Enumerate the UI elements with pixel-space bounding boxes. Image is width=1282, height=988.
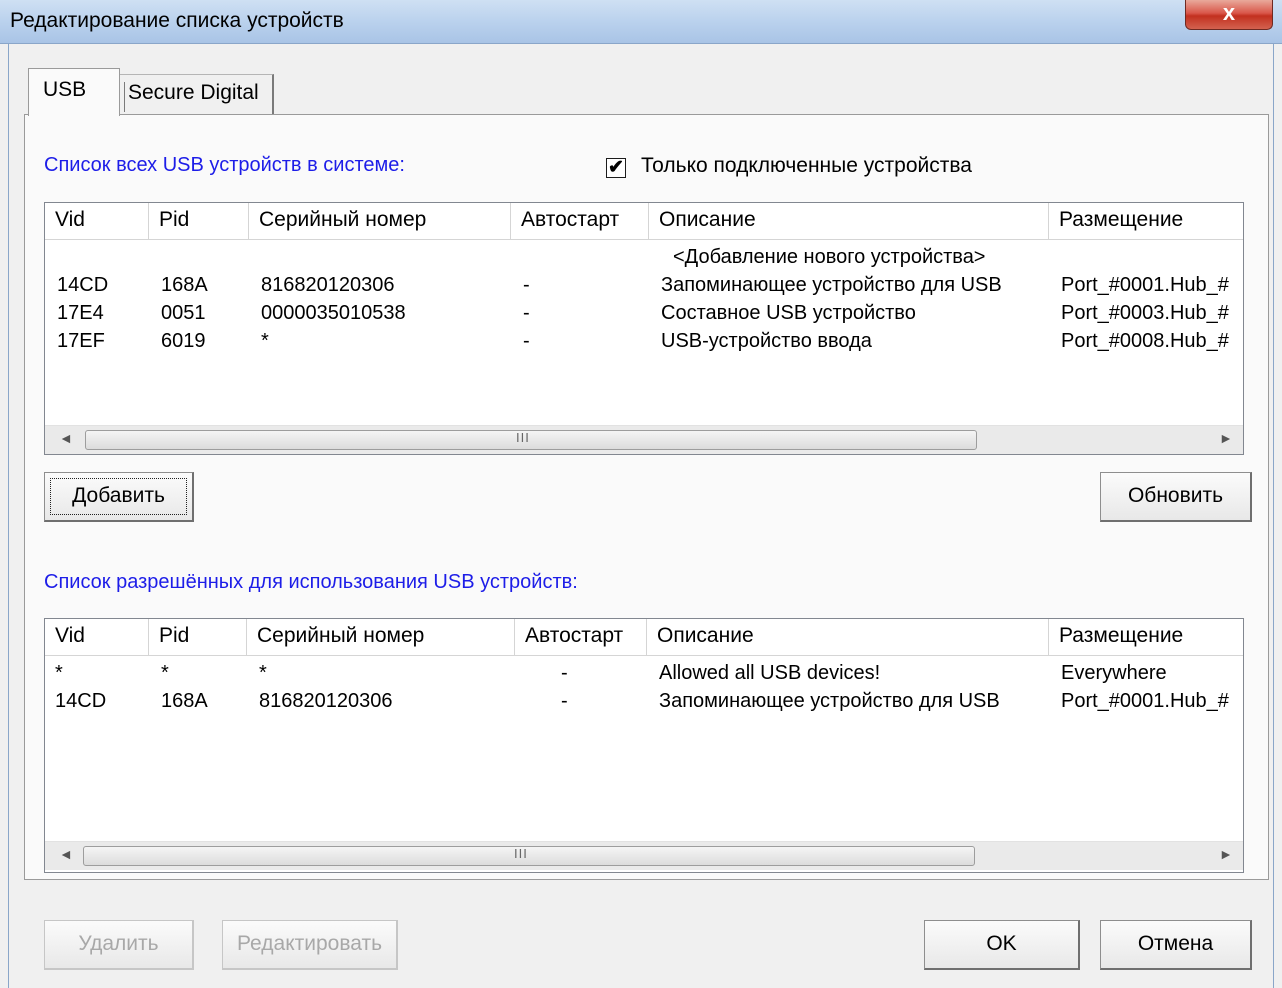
column-header-vid[interactable]: Vid — [45, 619, 149, 655]
table-row[interactable]: 14CD 168A 816820120306 - Запоминающее ус… — [45, 687, 1243, 715]
cell-pid: 168A — [161, 274, 208, 296]
cell-description: Запоминающее устройство для USB — [661, 274, 1002, 296]
cell-serial: 816820120306 — [261, 274, 395, 296]
delete-button-label: Удалить — [78, 932, 159, 955]
tab-usb-label: USB — [43, 78, 87, 101]
cell-description: USB-устройство ввода — [661, 330, 872, 352]
scrollbar-thumb[interactable]: III — [85, 430, 977, 450]
cell-vid: 14CD — [57, 274, 109, 296]
add-button[interactable]: Добавить — [44, 472, 194, 522]
only-connected-label[interactable]: Только подключенные устройства — [641, 154, 972, 178]
table-row[interactable]: 17EF 6019 * - USB-устройство ввода Port_… — [45, 327, 1243, 355]
scrollbar-grip: III — [516, 430, 530, 445]
column-header-description[interactable]: Описание — [649, 203, 1049, 239]
tab-secure-digital-label: Secure Digital — [128, 81, 259, 104]
allowed-devices-list[interactable]: Vid Pid Серийный номер Автостарт Описани… — [44, 618, 1244, 873]
close-button[interactable]: x — [1185, 0, 1273, 30]
scroll-right-icon[interactable]: ► — [1219, 846, 1233, 862]
column-header-autostart[interactable]: Автостарт — [515, 619, 647, 655]
edit-button-label: Редактировать — [236, 932, 383, 955]
allowed-devices-header: Vid Pid Серийный номер Автостарт Описани… — [45, 619, 1243, 656]
close-icon: x — [1222, 0, 1236, 25]
horizontal-scrollbar[interactable]: ◄ III ► — [45, 841, 1243, 870]
cell-vid: * — [55, 662, 63, 684]
cell-serial: * — [259, 662, 267, 684]
checkmark-icon: ✔ — [608, 157, 624, 178]
cancel-button-label: Отмена — [1137, 932, 1214, 955]
cell-vid: 17E4 — [57, 302, 104, 324]
cell-description: Запоминающее устройство для USB — [659, 690, 1000, 712]
cell-autostart: - — [523, 330, 530, 352]
cell-vid: 14CD — [55, 690, 107, 712]
table-row[interactable]: 17E4 0051 0000035010538 - Составное USB … — [45, 299, 1243, 327]
cell-location: Port_#0008.Hub_# — [1061, 330, 1229, 352]
column-header-serial[interactable]: Серийный номер — [247, 619, 515, 655]
tab-secure-digital[interactable]: Secure Digital — [120, 74, 274, 114]
cell-location: Port_#0001.Hub_# — [1061, 274, 1229, 296]
scrollbar-thumb[interactable]: III — [83, 846, 975, 866]
scrollbar-grip: III — [514, 846, 528, 861]
cell-autostart: - — [523, 302, 530, 324]
column-header-location[interactable]: Размещение — [1049, 619, 1243, 655]
cell-vid: 17EF — [57, 330, 105, 352]
scroll-left-icon[interactable]: ◄ — [59, 846, 73, 862]
cell-location: Everywhere — [1061, 662, 1167, 684]
column-header-serial[interactable]: Серийный номер — [249, 203, 511, 239]
focus-rectangle — [50, 478, 187, 515]
cell-description: Составное USB устройство — [661, 302, 916, 324]
ok-button-label: OK — [986, 932, 1017, 955]
window-title: Редактирование списка устройств — [10, 9, 344, 32]
column-header-pid[interactable]: Pid — [149, 619, 247, 655]
allowed-devices-label: Список разрешённых для использования USB… — [44, 571, 578, 593]
cell-pid: * — [161, 662, 169, 684]
cell-description: Allowed all USB devices! — [659, 662, 881, 684]
column-header-description[interactable]: Описание — [647, 619, 1049, 655]
column-header-autostart[interactable]: Автостарт — [511, 203, 649, 239]
table-row[interactable]: 14CD 168A 816820120306 - Запоминающее ус… — [45, 271, 1243, 299]
column-header-location[interactable]: Размещение — [1049, 203, 1243, 239]
column-header-vid[interactable]: Vid — [45, 203, 149, 239]
only-connected-checkbox[interactable]: ✔ — [606, 158, 626, 178]
cell-serial: * — [261, 330, 269, 352]
cell-pid: 0051 — [161, 302, 206, 324]
cell-autostart: - — [561, 662, 568, 684]
cell-pid: 6019 — [161, 330, 206, 352]
tab-usb[interactable]: USB — [28, 68, 120, 116]
scroll-left-icon[interactable]: ◄ — [59, 430, 73, 446]
list-item-add-new[interactable]: <Добавление нового устройства> — [45, 243, 1243, 271]
delete-button[interactable]: Удалить — [44, 920, 194, 970]
horizontal-scrollbar[interactable]: ◄ III ► — [45, 425, 1243, 454]
cell-autostart: - — [523, 274, 530, 296]
refresh-button[interactable]: Обновить — [1100, 472, 1252, 522]
ok-button[interactable]: OK — [924, 920, 1080, 970]
cell-pid: 168A — [161, 690, 208, 712]
all-devices-header: Vid Pid Серийный номер Автостарт Описани… — [45, 203, 1243, 240]
edit-button[interactable]: Редактировать — [222, 920, 398, 970]
all-devices-label: Список всех USB устройств в системе: — [44, 154, 405, 176]
cell-serial: 816820120306 — [259, 690, 393, 712]
scroll-right-icon[interactable]: ► — [1219, 430, 1233, 446]
cell-serial: 0000035010538 — [261, 302, 406, 324]
cell-autostart: - — [561, 690, 568, 712]
cancel-button[interactable]: Отмена — [1100, 920, 1252, 970]
title-bar: Редактирование списка устройств x — [0, 0, 1282, 44]
cell-location: Port_#0001.Hub_# — [1061, 690, 1229, 712]
cell-location: Port_#0003.Hub_# — [1061, 302, 1229, 324]
add-new-device-label: <Добавление нового устройства> — [673, 246, 986, 268]
all-devices-list[interactable]: Vid Pid Серийный номер Автостарт Описани… — [44, 202, 1244, 455]
column-header-pid[interactable]: Pid — [149, 203, 249, 239]
refresh-button-label: Обновить — [1127, 484, 1224, 507]
table-row[interactable]: * * * - Allowed all USB devices! Everywh… — [45, 659, 1243, 687]
